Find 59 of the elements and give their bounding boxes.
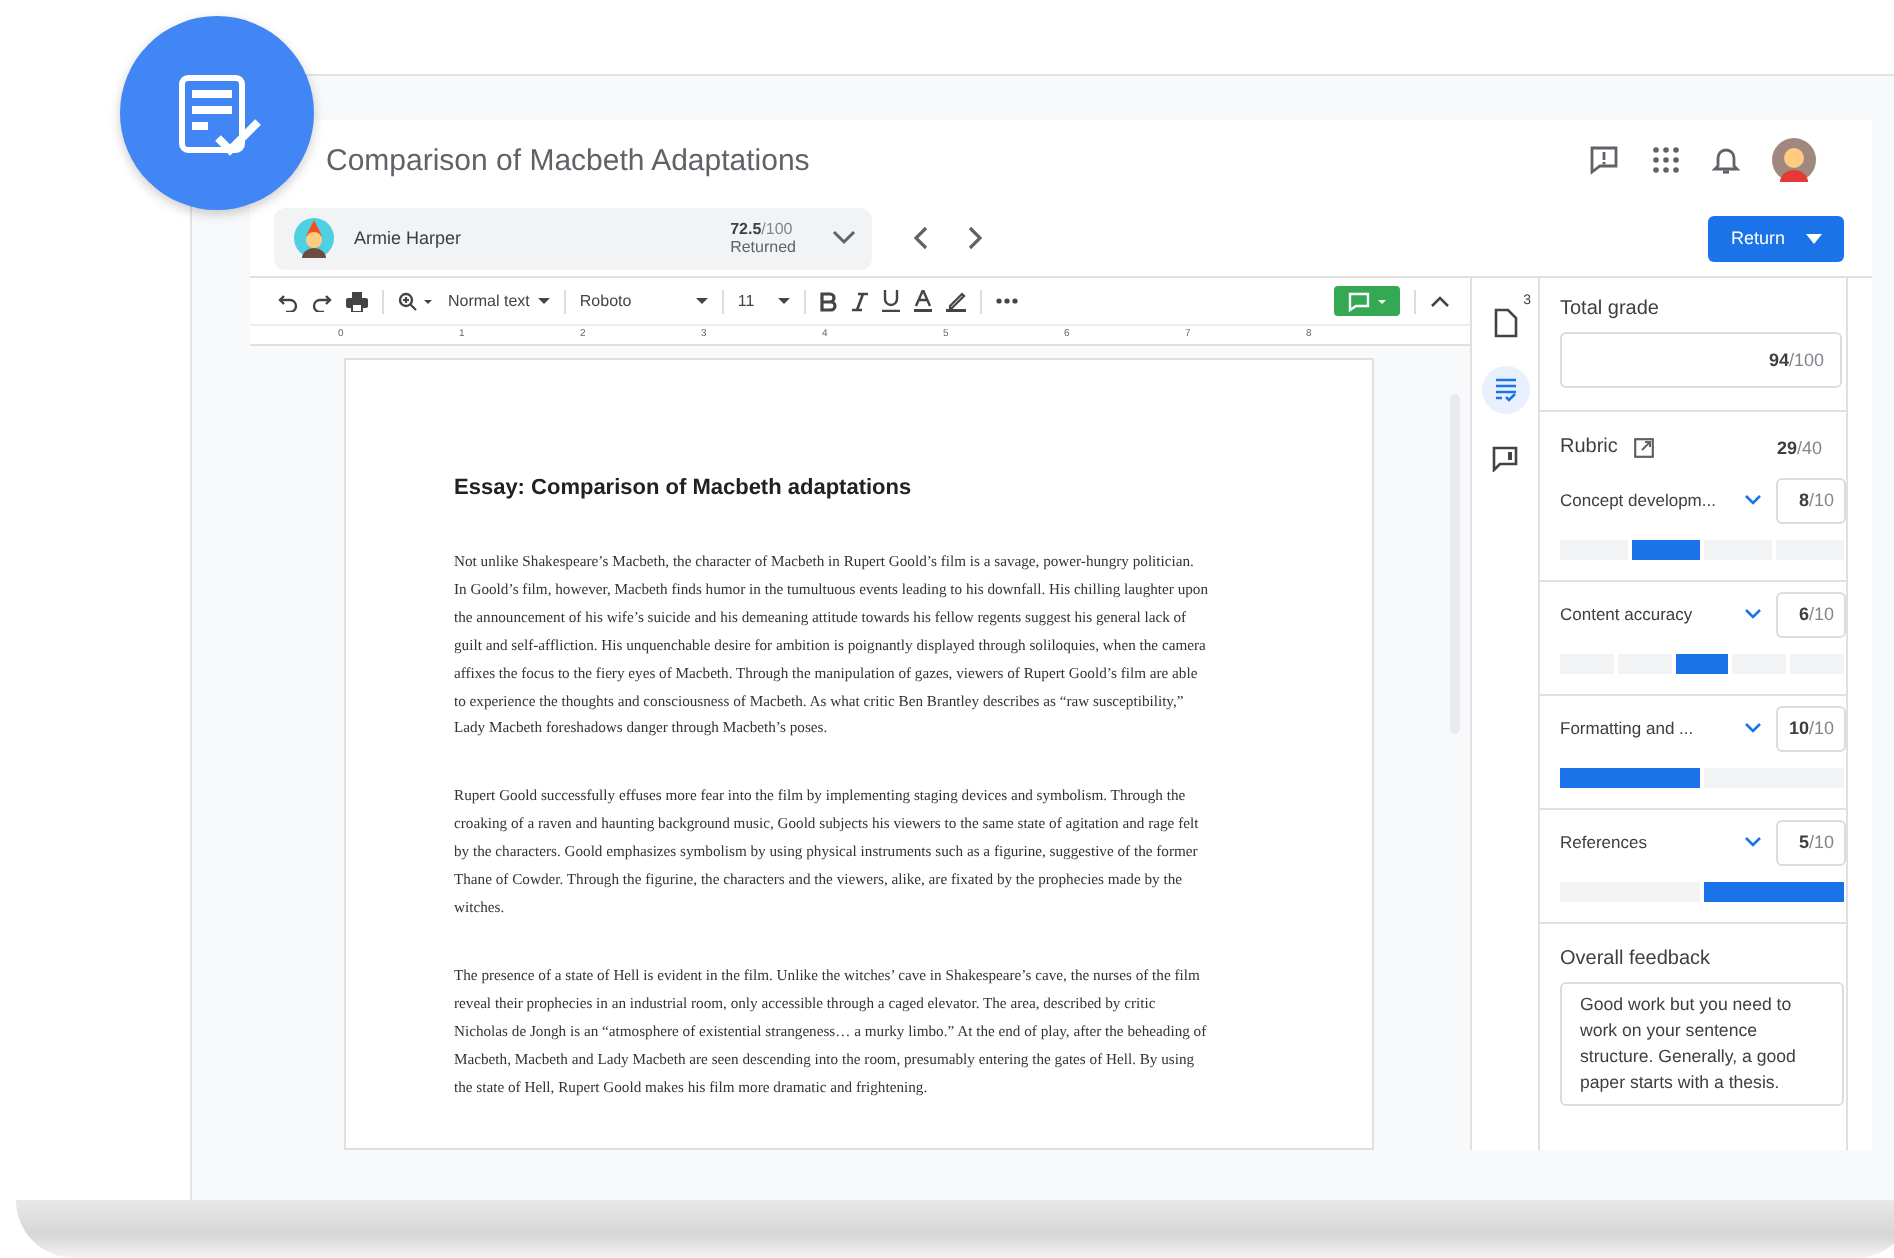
chevron-down-icon[interactable] (1744, 722, 1762, 734)
paragraph-style-dropdown[interactable]: Normal text (448, 292, 550, 310)
total-grade-label: Total grade (1560, 298, 1661, 320)
checklist-icon (1493, 378, 1517, 402)
caret-icon (777, 298, 790, 304)
user-avatar[interactable] (1772, 138, 1816, 182)
caret-icon (695, 298, 708, 304)
student-avatar (294, 218, 334, 258)
apps-grid-icon[interactable] (1652, 146, 1680, 174)
font-size-dropdown[interactable]: 11 (737, 292, 790, 310)
criterion-name: Content accuracy (1560, 604, 1695, 624)
caret-icon (1805, 233, 1821, 243)
feedback-field[interactable]: Good work but you need to work on your sentence structure. Generally, a good paper starts with a thesis. (1560, 982, 1844, 1106)
grade-status: Returned (730, 238, 796, 256)
window-title: Comparison of Macbeth Adaptations (326, 143, 810, 177)
previous-icon[interactable] (912, 226, 928, 250)
overall-feedback-label: Overall feedback (1560, 948, 1713, 970)
pen-icon[interactable] (945, 290, 966, 312)
chevron-down-icon (832, 230, 856, 246)
bold-icon[interactable] (819, 291, 838, 311)
student-grade: 72.5/100 (730, 220, 793, 238)
criterion-score-field[interactable]: 6/10 (1776, 591, 1846, 637)
underline-icon[interactable] (881, 290, 900, 312)
italic-icon[interactable] (851, 291, 868, 311)
rubric-title: Rubric (1560, 436, 1618, 458)
criterion-name: References (1560, 832, 1649, 852)
comment-icon (1492, 445, 1518, 471)
redo-icon[interactable] (312, 291, 332, 311)
open-external-icon[interactable] (1633, 437, 1654, 457)
criterion-score-field[interactable]: 8/10 (1776, 477, 1846, 523)
criterion-name: Concept developm... (1560, 490, 1718, 510)
add-comment-button[interactable] (1334, 286, 1400, 316)
chevron-down-icon[interactable] (1744, 494, 1762, 506)
chevron-down-icon[interactable] (1744, 608, 1762, 620)
zoom-icon[interactable] (398, 291, 434, 311)
caret-icon (537, 298, 550, 304)
file-icon (1493, 307, 1517, 337)
student-selector[interactable]: Armie Harper 72.5/100 Returned (274, 207, 872, 269)
print-icon[interactable] (346, 291, 368, 311)
criterion-score-field[interactable]: 10/10 (1776, 705, 1846, 751)
criterion-name: Formatting and ... (1560, 718, 1696, 738)
rubric-score: 29/40 (1776, 437, 1822, 457)
rubric-tab[interactable] (1481, 366, 1529, 414)
undo-icon[interactable] (278, 291, 298, 311)
chevron-up-icon[interactable] (1430, 295, 1450, 307)
return-button[interactable]: Return (1708, 215, 1844, 261)
text-color-icon[interactable] (913, 290, 932, 312)
chevron-down-icon[interactable] (1744, 836, 1762, 848)
comment-caret-icon (1347, 291, 1387, 311)
more-icon[interactable] (995, 298, 1018, 304)
next-icon[interactable] (968, 226, 984, 250)
bell-icon[interactable] (1712, 144, 1740, 176)
student-name: Armie Harper (354, 228, 464, 248)
rubric-level[interactable] (1675, 654, 1729, 674)
total-grade-field[interactable]: 94/100 (1560, 332, 1842, 388)
criterion-score-field[interactable]: 5/10 (1776, 819, 1846, 865)
feedback-icon[interactable] (1588, 144, 1620, 176)
document-heading: Essay: Comparison of Macbeth adaptations (454, 476, 914, 500)
font-dropdown[interactable]: Roboto (579, 292, 708, 310)
